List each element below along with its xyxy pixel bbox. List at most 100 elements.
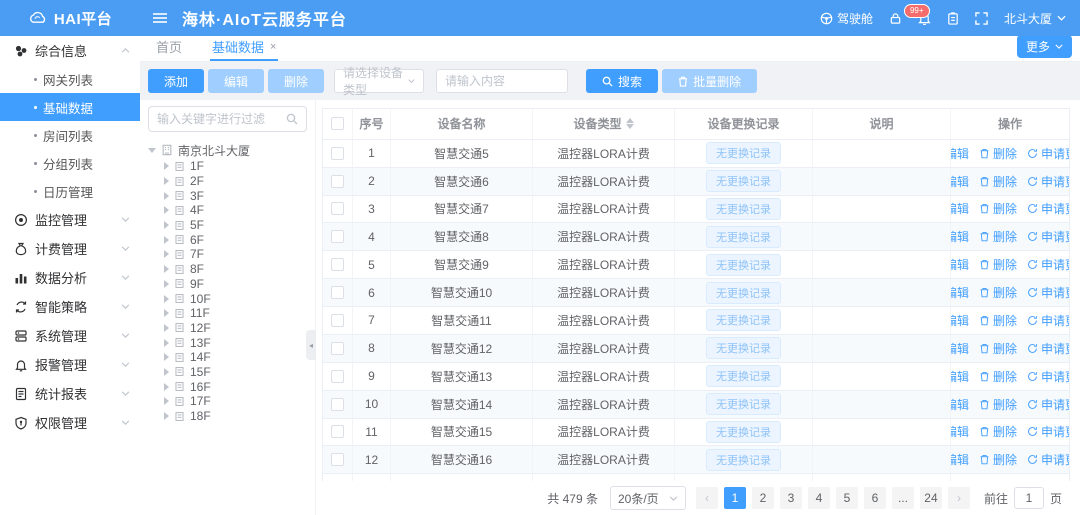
batch-delete-button[interactable]: 批量删除	[662, 69, 757, 93]
edit-link[interactable]: 编辑	[951, 312, 969, 329]
edit-link[interactable]: 编辑	[951, 173, 969, 190]
delete-link[interactable]: 删除	[979, 173, 1017, 190]
building-selector[interactable]: 北斗大厦	[1004, 10, 1066, 27]
delete-link[interactable]: 删除	[979, 284, 1017, 301]
edit-link[interactable]: 编辑	[951, 256, 969, 273]
edit-link[interactable]: 编辑	[951, 200, 969, 217]
edit-link[interactable]: 编辑	[951, 284, 969, 301]
request-replace-link[interactable]: 申请更换	[1027, 173, 1069, 190]
tree-root-node[interactable]: 南京北斗大厦	[148, 141, 307, 159]
tree-node-16F[interactable]: 16F	[148, 379, 307, 394]
edit-link[interactable]: 编辑	[951, 396, 969, 413]
delete-link[interactable]: 删除	[979, 312, 1017, 329]
edit-link[interactable]: 编辑	[951, 228, 969, 245]
edit-link[interactable]: 编辑	[951, 145, 969, 162]
sidebar-group-统计报表[interactable]: 统计报表	[0, 379, 140, 408]
row-checkbox[interactable]	[331, 147, 344, 160]
next-page-button[interactable]: ›	[948, 487, 970, 509]
delete-link[interactable]: 删除	[979, 368, 1017, 385]
row-checkbox[interactable]	[331, 425, 344, 438]
tree-node-17F[interactable]: 17F	[148, 394, 307, 409]
fullscreen-icon[interactable]	[975, 12, 988, 25]
edit-link[interactable]: 编辑	[951, 340, 969, 357]
row-checkbox[interactable]	[331, 342, 344, 355]
sidebar-group-权限管理[interactable]: 权限管理	[0, 408, 140, 437]
close-icon[interactable]: ×	[270, 41, 276, 53]
request-replace-link[interactable]: 申请更换	[1027, 368, 1069, 385]
lock-icon[interactable]	[889, 12, 902, 25]
replace-record-badge[interactable]: 无更换记录	[706, 170, 781, 192]
replace-record-badge[interactable]: 无更换记录	[706, 337, 781, 359]
page-button-3[interactable]: 3	[780, 487, 802, 509]
delete-link[interactable]: 删除	[979, 256, 1017, 273]
row-checkbox[interactable]	[331, 398, 344, 411]
more-button[interactable]: 更多	[1017, 35, 1072, 58]
tree-node-9F[interactable]: 9F	[148, 277, 307, 292]
edit-link[interactable]: 编辑	[951, 368, 969, 385]
row-checkbox[interactable]	[331, 258, 344, 271]
row-checkbox[interactable]	[331, 230, 344, 243]
request-replace-link[interactable]: 申请更换	[1027, 228, 1069, 245]
request-replace-link[interactable]: 申请更换	[1027, 256, 1069, 273]
sidebar-group-报警管理[interactable]: 报警管理	[0, 350, 140, 379]
row-checkbox[interactable]	[331, 314, 344, 327]
sidebar-group-智能策略[interactable]: 智能策略	[0, 292, 140, 321]
page-button-6[interactable]: 6	[864, 487, 886, 509]
page-size-select[interactable]: 20条/页	[610, 486, 686, 510]
tree-node-12F[interactable]: 12F	[148, 321, 307, 336]
page-ellipsis[interactable]: ...	[892, 487, 914, 509]
tree-node-5F[interactable]: 5F	[148, 218, 307, 233]
sidebar-group-监控管理[interactable]: 监控管理	[0, 205, 140, 234]
tree-collapse-handle[interactable]: ◂	[306, 330, 316, 360]
row-checkbox[interactable]	[331, 370, 344, 383]
sidebar-item-日历管理[interactable]: 日历管理	[0, 177, 140, 205]
request-replace-link[interactable]: 申请更换	[1027, 145, 1069, 162]
replace-record-badge[interactable]: 无更换记录	[706, 393, 781, 415]
sidebar-group-数据分析[interactable]: 数据分析	[0, 263, 140, 292]
tab-基础数据[interactable]: 基础数据×	[210, 33, 278, 61]
row-checkbox[interactable]	[331, 453, 344, 466]
page-button-1[interactable]: 1	[724, 487, 746, 509]
tree-node-3F[interactable]: 3F	[148, 188, 307, 203]
delete-link[interactable]: 删除	[979, 451, 1017, 468]
delete-link[interactable]: 删除	[979, 228, 1017, 245]
request-replace-link[interactable]: 申请更换	[1027, 396, 1069, 413]
delete-link[interactable]: 删除	[979, 145, 1017, 162]
replace-record-badge[interactable]: 无更换记录	[706, 282, 781, 304]
request-replace-link[interactable]: 申请更换	[1027, 340, 1069, 357]
delete-link[interactable]: 删除	[979, 200, 1017, 217]
clipboard-icon[interactable]	[947, 12, 959, 25]
search-button[interactable]: 搜索	[586, 69, 658, 93]
select-all-checkbox[interactable]	[331, 117, 344, 130]
sidebar-item-基础数据[interactable]: 基础数据	[0, 93, 140, 121]
delete-button[interactable]: 删除	[268, 69, 324, 93]
sidebar-item-分组列表[interactable]: 分组列表	[0, 149, 140, 177]
add-button[interactable]: 添加	[148, 69, 204, 93]
device-type-select[interactable]: 请选择设备类型	[334, 69, 424, 93]
row-checkbox[interactable]	[331, 286, 344, 299]
column-header-type[interactable]: 设备类型	[533, 109, 675, 139]
replace-record-badge[interactable]: 无更换记录	[706, 226, 781, 248]
sidebar-item-网关列表[interactable]: 网关列表	[0, 65, 140, 93]
content-search-input[interactable]	[436, 69, 568, 93]
sort-icon[interactable]	[626, 118, 634, 129]
request-replace-link[interactable]: 申请更换	[1027, 451, 1069, 468]
page-button-2[interactable]: 2	[752, 487, 774, 509]
delete-link[interactable]: 删除	[979, 340, 1017, 357]
page-button-24[interactable]: 24	[920, 487, 942, 509]
tree-node-4F[interactable]: 4F	[148, 203, 307, 218]
tree-node-13F[interactable]: 13F	[148, 335, 307, 350]
tree-filter-input[interactable]	[157, 112, 280, 126]
replace-record-badge[interactable]: 无更换记录	[706, 365, 781, 387]
notifications-button[interactable]: 99+	[918, 11, 931, 25]
sidebar-group-综合信息[interactable]: 综合信息	[0, 36, 140, 65]
cockpit-button[interactable]: 驾驶舱	[820, 10, 873, 27]
replace-record-badge[interactable]: 无更换记录	[706, 198, 781, 220]
request-replace-link[interactable]: 申请更换	[1027, 200, 1069, 217]
tree-node-11F[interactable]: 11F	[148, 306, 307, 321]
replace-record-badge[interactable]: 无更换记录	[706, 309, 781, 331]
replace-record-badge[interactable]: 无更换记录	[706, 254, 781, 276]
row-checkbox[interactable]	[331, 202, 344, 215]
tree-node-14F[interactable]: 14F	[148, 350, 307, 365]
delete-link[interactable]: 删除	[979, 396, 1017, 413]
